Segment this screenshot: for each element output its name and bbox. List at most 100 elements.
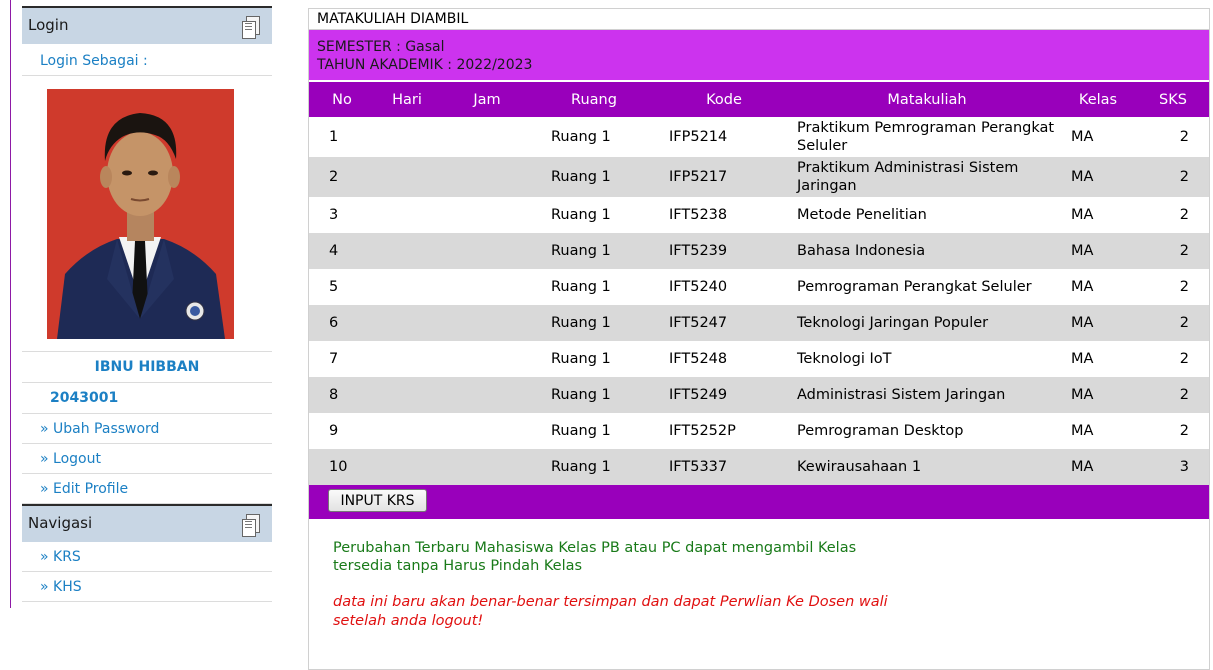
col-kelas: Kelas [1059, 80, 1137, 117]
cell-kelas: MA [1059, 449, 1137, 485]
cell-sks: 2 [1137, 305, 1209, 341]
cell-jam [439, 197, 535, 233]
cell-ruang: Ruang 1 [551, 423, 611, 439]
cell-hari [375, 341, 439, 377]
cell-kelas: MA [1071, 207, 1094, 223]
cell-kode: IFP5217 [653, 157, 795, 197]
col-no: No [309, 80, 375, 117]
table-row: 6 Ruang 1 IFT5247 Teknologi Jaringan Popule… [309, 305, 1209, 341]
cell-jam [439, 377, 535, 413]
cell-jam [439, 449, 535, 485]
cell-jam [439, 157, 535, 197]
semester-label: SEMESTER : Gasal [317, 39, 445, 55]
cell-no: 1 [329, 129, 339, 145]
cell-ruang: Ruang 1 [551, 207, 611, 223]
sidebar: Login Login Sebagai : IBNU HIBBAN 204300… [22, 6, 272, 602]
nav-item-krs[interactable]: » KRS [22, 542, 272, 572]
navigation-panel-title: Navigasi [28, 514, 93, 532]
cell-matakuliah: Praktikum Administrasi Sistem Jaringan [795, 157, 1059, 197]
cell-kelas: MA [1059, 157, 1137, 197]
cell-kelas: MA [1059, 305, 1137, 341]
cell-matakuliah: Pemrograman Perangkat Seluler [797, 279, 1032, 295]
cell-kelas: MA [1071, 423, 1094, 439]
cell-ruang: Ruang 1 [551, 279, 611, 295]
logout-link[interactable]: » Logout [22, 444, 272, 474]
cell-jam [439, 305, 535, 341]
warning-note: data ini baru akan benar-benar tersimpan… [333, 594, 888, 629]
cell-hari [375, 449, 439, 485]
cell-jam [439, 269, 535, 305]
cell-hari [375, 197, 439, 233]
nav-item-khs-label[interactable]: » KHS [40, 579, 82, 595]
col-sks: SKS [1137, 80, 1209, 117]
login-panel-header: Login [22, 6, 272, 44]
nav-item-krs-label[interactable]: » KRS [40, 549, 81, 565]
cell-no: 6 [309, 305, 375, 341]
col-kode: Kode [653, 80, 795, 117]
profile-photo [47, 89, 234, 339]
cell-no: 3 [329, 207, 339, 223]
cell-ruang: Ruang 1 [535, 157, 653, 197]
table-row: 8 Ruang 1 IFT5249 Administrasi Sistem Jarin… [309, 377, 1209, 413]
cell-matakuliah: Teknologi Jaringan Populer [795, 305, 1059, 341]
profile-photo-container [22, 76, 272, 352]
edit-profile-link[interactable]: » Edit Profile [22, 474, 272, 504]
cell-sks: 2 [1137, 233, 1209, 269]
cell-hari [375, 117, 439, 157]
course-rows: 1 Ruang 1 IFP5214 Praktikum Pemrograman Per… [309, 117, 1209, 485]
table-row: 2 Ruang 1 IFP5217 Praktikum Administrasi Si… [309, 157, 1209, 197]
login-as-label: Login Sebagai : [22, 44, 272, 76]
cell-kelas: MA [1059, 233, 1137, 269]
table-row: 7 Ruang 1 IFT5248 Teknologi IoT MA 2 [309, 341, 1209, 377]
logout-label[interactable]: » Logout [40, 451, 101, 467]
cell-kode: IFT5337 [653, 449, 795, 485]
cell-kode: IFT5238 [669, 207, 728, 223]
col-ruang: Ruang [535, 80, 653, 117]
document-icon [242, 16, 260, 39]
document-icon [242, 514, 260, 537]
cell-sks: 2 [1179, 279, 1189, 295]
cell-matakuliah: Administrasi Sistem Jaringan [795, 377, 1059, 413]
course-panel: MATAKULIAH DIAMBIL SEMESTER : Gasal TAHU… [308, 8, 1210, 670]
table-row: 9 Ruang 1 IFT5252P Pemrograman Desktop MA 2 [309, 413, 1209, 449]
cell-matakuliah: Pemrograman Desktop [797, 423, 964, 439]
cell-sks: 2 [1137, 157, 1209, 197]
cell-sks: 2 [1137, 377, 1209, 413]
cell-jam [439, 233, 535, 269]
cell-ruang: Ruang 1 [551, 351, 611, 367]
cell-no: 10 [309, 449, 375, 485]
cell-kode: IFT5247 [653, 305, 795, 341]
semester-info: SEMESTER : Gasal TAHUN AKADEMIK : 2022/2… [309, 30, 1209, 80]
cell-kelas: MA [1071, 279, 1094, 295]
cell-hari [375, 305, 439, 341]
login-panel-title: Login [28, 16, 69, 34]
ubah-password-link[interactable]: » Ubah Password [22, 414, 272, 444]
cell-no: 2 [309, 157, 375, 197]
cell-no: 7 [329, 351, 339, 367]
cell-jam [439, 117, 535, 157]
cell-kode: IFP5214 [669, 129, 728, 145]
input-krs-button[interactable]: INPUT KRS [328, 489, 427, 512]
table-row: 3 Ruang 1 IFT5238 Metode Penelitian MA 2 [309, 197, 1209, 233]
edit-profile-label[interactable]: » Edit Profile [40, 481, 128, 497]
cell-ruang: Ruang 1 [535, 233, 653, 269]
cell-sks: 2 [1179, 351, 1189, 367]
cell-kode: IFT5249 [653, 377, 795, 413]
info-note: Perubahan Terbaru Mahasiswa Kelas PB ata… [333, 540, 857, 574]
cell-ruang: Ruang 1 [535, 305, 653, 341]
cell-kelas: MA [1071, 129, 1094, 145]
cell-matakuliah: Bahasa Indonesia [795, 233, 1059, 269]
cell-jam [439, 413, 535, 449]
cell-ruang: Ruang 1 [535, 377, 653, 413]
page-border [10, 0, 11, 608]
table-row: 4 Ruang 1 IFT5239 Bahasa Indonesia MA 2 [309, 233, 1209, 269]
table-footer: INPUT KRS [309, 485, 1209, 519]
ubah-password-label[interactable]: » Ubah Password [40, 421, 159, 437]
cell-no: 9 [329, 423, 339, 439]
cell-no: 4 [309, 233, 375, 269]
nav-item-khs[interactable]: » KHS [22, 572, 272, 602]
col-hari: Hari [375, 80, 439, 117]
notes-area: Perubahan Terbaru Mahasiswa Kelas PB ata… [309, 519, 1209, 669]
cell-matakuliah: Kewirausahaan 1 [795, 449, 1059, 485]
cell-kode: IFT5248 [669, 351, 728, 367]
